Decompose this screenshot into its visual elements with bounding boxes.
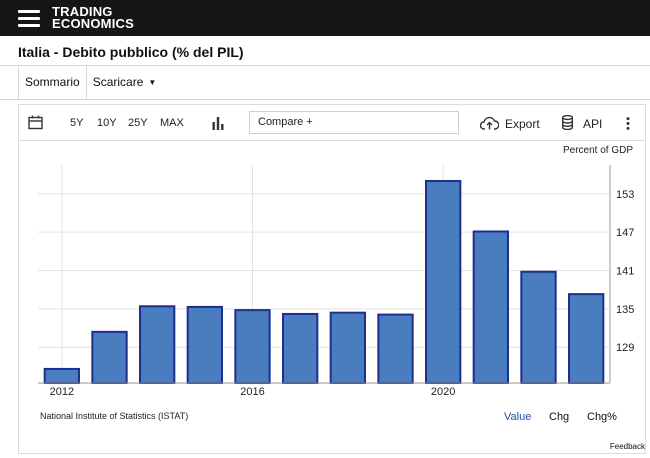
- y-tick-label: 141: [616, 265, 634, 277]
- cloud-upload-icon[interactable]: [480, 116, 499, 130]
- tab-chg-percent[interactable]: Chg%: [587, 411, 617, 423]
- source-label: National Institute of Statistics (ISTAT): [40, 411, 189, 421]
- api-button[interactable]: API: [583, 117, 602, 131]
- bar-chart: 129 135 141 147 153 2012 2016 2020: [38, 165, 634, 396]
- x-tick-label: 2012: [50, 386, 74, 396]
- range-max-button[interactable]: MAX: [160, 117, 184, 129]
- export-button[interactable]: Export: [505, 117, 540, 131]
- chart-bar: [139, 305, 176, 384]
- chart-bar: [329, 311, 366, 384]
- tab-label: Scaricare: [92, 75, 144, 89]
- x-tick-label: 2016: [240, 386, 264, 396]
- tab-label: Sommario: [25, 75, 80, 89]
- tab-bar: Sommario Scaricare ▼: [18, 66, 163, 100]
- compare-input[interactable]: Compare +: [249, 111, 459, 134]
- chart-bar: [520, 270, 557, 384]
- tab-scaricare[interactable]: Scaricare ▼: [87, 66, 163, 99]
- calendar-icon[interactable]: [28, 115, 43, 130]
- y-tick-label: 153: [616, 189, 634, 201]
- chart-bar: [425, 179, 462, 384]
- database-icon[interactable]: [562, 115, 573, 130]
- chart-bar: [568, 293, 605, 384]
- chart-bar: [282, 312, 319, 384]
- chart-bar: [472, 230, 509, 384]
- chart-bar: [234, 309, 271, 385]
- caret-down-icon: ▼: [148, 78, 157, 87]
- y-tick-label: 129: [616, 342, 634, 354]
- unit-label: Percent of GDP: [562, 145, 633, 156]
- tab-sommario[interactable]: Sommario: [18, 66, 87, 100]
- chart-bar: [43, 367, 80, 385]
- range-25y-button[interactable]: 25Y: [128, 117, 148, 129]
- hamburger-menu-icon[interactable]: [18, 10, 40, 27]
- chart-bar: [91, 330, 128, 385]
- chart-bar: [186, 305, 223, 384]
- feedback-link[interactable]: Feedback: [610, 442, 645, 451]
- brand-logo[interactable]: TRADING ECONOMICS: [52, 5, 134, 31]
- y-tick-label: 135: [616, 304, 634, 316]
- chart-bar: [377, 313, 414, 384]
- bar-chart-icon[interactable]: [212, 117, 224, 130]
- top-nav-bar: TRADING ECONOMICS: [0, 0, 650, 36]
- y-tick-label: 147: [616, 227, 634, 239]
- more-vertical-icon[interactable]: [626, 117, 630, 130]
- range-10y-button[interactable]: 10Y: [97, 117, 117, 129]
- x-tick-label: 2020: [431, 386, 455, 396]
- brand-line-2: ECONOMICS: [52, 16, 134, 31]
- divider: [0, 99, 650, 100]
- tab-chg[interactable]: Chg: [549, 411, 569, 423]
- page-title: Italia - Debito pubblico (% del PIL): [18, 44, 244, 60]
- chart-toolbar: 5Y 10Y 25Y MAX Compare + Export API: [19, 105, 645, 141]
- range-5y-button[interactable]: 5Y: [70, 117, 83, 129]
- tab-value[interactable]: Value: [504, 411, 531, 423]
